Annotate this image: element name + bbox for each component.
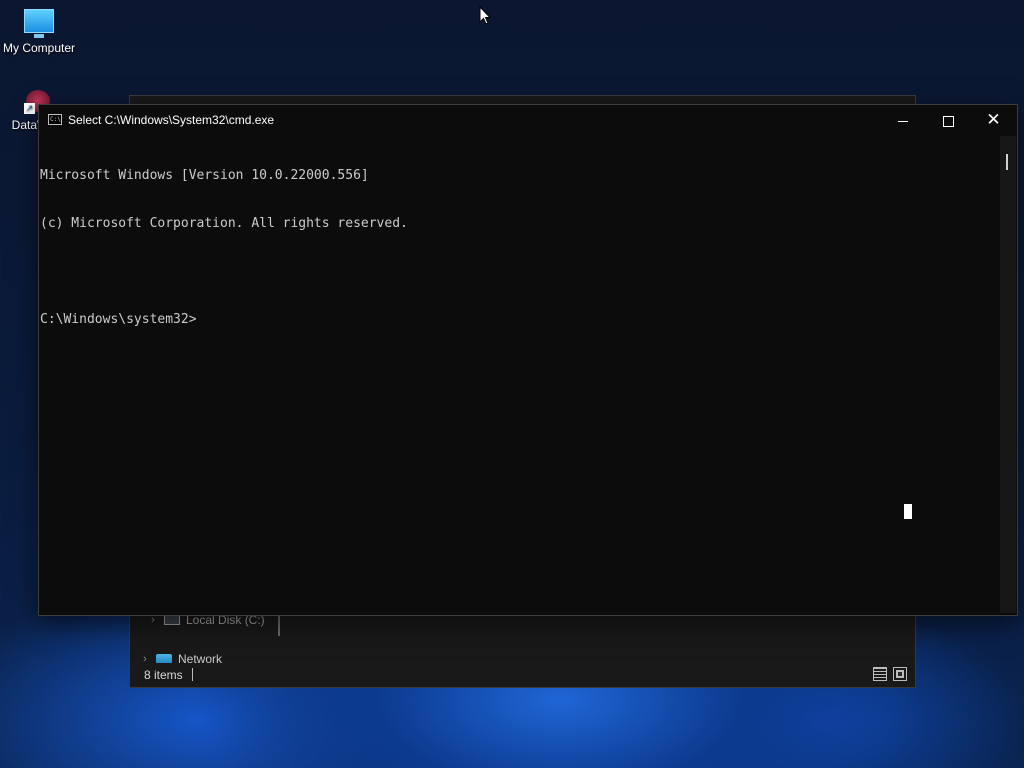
- mouse-pointer-icon: [479, 6, 491, 25]
- shortcut-arrow-icon: ↗: [24, 103, 35, 114]
- drive-icon: [164, 615, 180, 625]
- console-line: Microsoft Windows [Version 10.0.22000.55…: [40, 168, 369, 183]
- close-icon: ✕: [986, 110, 1001, 130]
- minimize-button[interactable]: [880, 105, 925, 135]
- scrollbar-thumb[interactable]: [1006, 154, 1008, 170]
- console-prompt: C:\Windows\system32>: [40, 312, 197, 327]
- cmd-window[interactable]: C:\ Select C:\Windows\System32\cmd.exe ✕…: [38, 104, 1018, 616]
- status-bar: 8 items: [130, 663, 915, 687]
- desktop-icon-label: My Computer: [2, 41, 76, 55]
- console-output[interactable]: Microsoft Windows [Version 10.0.22000.55…: [40, 136, 1000, 614]
- minimize-icon: [897, 120, 908, 122]
- status-divider: [192, 668, 193, 681]
- title-bar[interactable]: C:\ Select C:\Windows\System32\cmd.exe ✕: [39, 105, 1017, 135]
- maximize-button[interactable]: [926, 105, 971, 135]
- window-title: Select C:\Windows\System32\cmd.exe: [68, 113, 275, 127]
- console-line: (c) Microsoft Corporation. All rights re…: [40, 216, 408, 231]
- pane-splitter[interactable]: [278, 614, 280, 636]
- close-button[interactable]: ✕: [971, 105, 1016, 135]
- details-view-icon[interactable]: [873, 667, 887, 681]
- desktop-icon-my-computer[interactable]: My Computer: [0, 9, 79, 55]
- cmd-app-icon[interactable]: C:\: [48, 114, 62, 125]
- large-icons-view-icon[interactable]: [893, 667, 907, 681]
- maximize-icon: [943, 115, 954, 127]
- computer-icon: [24, 9, 54, 38]
- text-cursor: [904, 504, 912, 519]
- item-count: 8 items: [144, 668, 183, 682]
- vertical-scrollbar[interactable]: [1000, 136, 1016, 613]
